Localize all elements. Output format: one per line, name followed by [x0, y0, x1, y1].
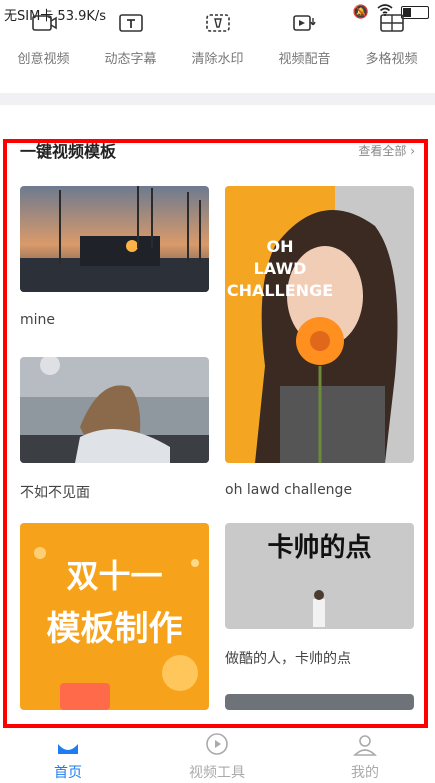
home-icon — [56, 730, 80, 756]
nav-label: 首页 — [54, 765, 82, 781]
tool-label: 视频配音 — [278, 52, 331, 67]
tool-remove-watermark[interactable]: 清除水印 — [178, 8, 258, 78]
tool-label: 创意视频 — [17, 52, 70, 67]
creative-video-icon — [30, 12, 58, 34]
nav-label: 视频工具 — [189, 765, 245, 781]
nav-home[interactable]: 首页 — [18, 730, 118, 782]
nav-video-tools[interactable]: 视频工具 — [167, 730, 267, 782]
remove-watermark-icon — [204, 12, 232, 34]
tool-video-dubbing[interactable]: 视频配音 — [265, 8, 345, 78]
section-divider — [0, 93, 435, 105]
tool-dynamic-subtitle[interactable]: 动态字幕 — [91, 8, 171, 78]
nav-label: 我的 — [351, 765, 379, 781]
tool-creative-video[interactable]: 创意视频 — [4, 8, 84, 78]
tool-multi-grid-video[interactable]: 多格视频 — [352, 8, 432, 78]
profile-icon — [353, 730, 377, 756]
tool-row: 创意视频 动态字幕 清除水印 视频配音 多格视频 — [0, 8, 435, 78]
tool-label: 清除水印 — [191, 52, 244, 67]
highlight-frame — [3, 139, 428, 728]
dynamic-subtitle-icon — [117, 12, 145, 34]
tool-label: 动态字幕 — [104, 52, 157, 67]
play-circle-icon — [205, 730, 229, 756]
multi-grid-video-icon — [378, 12, 406, 34]
nav-profile[interactable]: 我的 — [315, 730, 415, 782]
bottom-nav: 首页 视频工具 我的 — [0, 730, 435, 783]
video-dubbing-icon — [291, 12, 319, 34]
tool-label: 多格视频 — [365, 52, 418, 67]
